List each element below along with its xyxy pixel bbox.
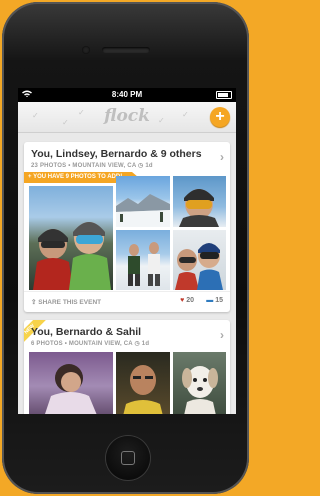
- home-square-icon: [121, 451, 135, 465]
- event-meta-text: 6 PHOTOS • MOUNTAIN VIEW, CA: [31, 341, 133, 347]
- photo-thumbnail[interactable]: [173, 176, 226, 227]
- event-meta: 6 PHOTOS • MOUNTAIN VIEW, CA ◷ 1d: [31, 340, 149, 347]
- event-card[interactable]: You, Lindsey, Bernardo & 9 others 23 PHO…: [24, 142, 230, 312]
- status-bar: 8:40 PM: [18, 88, 236, 102]
- app-logo: flock: [104, 106, 150, 126]
- event-meta-text: 23 PHOTOS • MOUNTAIN VIEW, CA: [31, 163, 137, 169]
- share-label: SHARE THIS EVENT: [38, 299, 102, 306]
- home-button[interactable]: [106, 436, 150, 480]
- comment-icon: ▬: [206, 297, 214, 304]
- clock-icon: ◷: [138, 163, 144, 169]
- heart-icon: ♥: [180, 297, 185, 304]
- photo-thumbnail[interactable]: [29, 352, 113, 414]
- event-age: 1d: [141, 341, 150, 347]
- comments-value: 15: [215, 297, 223, 304]
- app-screen: 8:40 PM ✓ ✓ ✓ ✓ ✓ flock + You, Lindsey, …: [18, 88, 236, 414]
- photo-thumbnail[interactable]: [29, 186, 113, 290]
- nav-bar: ✓ ✓ ✓ ✓ ✓ flock +: [18, 102, 236, 133]
- front-camera: [82, 46, 90, 54]
- photo-thumbnail[interactable]: [116, 230, 170, 290]
- event-meta: 23 PHOTOS • MOUNTAIN VIEW, CA ◷ 1d: [31, 162, 153, 169]
- photo-thumbnail[interactable]: [116, 352, 170, 414]
- add-event-button[interactable]: +: [210, 107, 230, 127]
- event-card-footer: ⇪ SHARE THIS EVENT ♥ 20 ▬ 15: [24, 291, 230, 312]
- share-event-button[interactable]: ⇪ SHARE THIS EVENT: [31, 298, 101, 306]
- event-title: You, Lindsey, Bernardo & 9 others: [31, 148, 202, 160]
- share-icon: ⇪: [31, 299, 37, 306]
- event-card[interactable]: NEW You, Bernardo & Sahil 6 PHOTOS • MOU…: [24, 320, 230, 414]
- chevron-right-icon[interactable]: ›: [220, 328, 224, 342]
- photo-thumbnail[interactable]: [116, 176, 170, 227]
- chevron-right-icon[interactable]: ›: [220, 150, 224, 164]
- comments-count[interactable]: ▬ 15: [206, 297, 223, 304]
- event-age: 1d: [145, 163, 153, 169]
- event-title: You, Bernardo & Sahil: [31, 326, 142, 338]
- status-time: 8:40 PM: [111, 90, 143, 99]
- photo-thumbnail[interactable]: [173, 230, 226, 290]
- photo-thumbnail[interactable]: [173, 352, 226, 414]
- earpiece-speaker: [102, 47, 150, 53]
- battery-icon: [216, 91, 232, 99]
- clock-icon: ◷: [134, 341, 140, 347]
- phone-frame: 8:40 PM ✓ ✓ ✓ ✓ ✓ flock + You, Lindsey, …: [0, 0, 253, 496]
- likes-count[interactable]: ♥ 20: [180, 297, 194, 304]
- likes-value: 20: [186, 297, 194, 304]
